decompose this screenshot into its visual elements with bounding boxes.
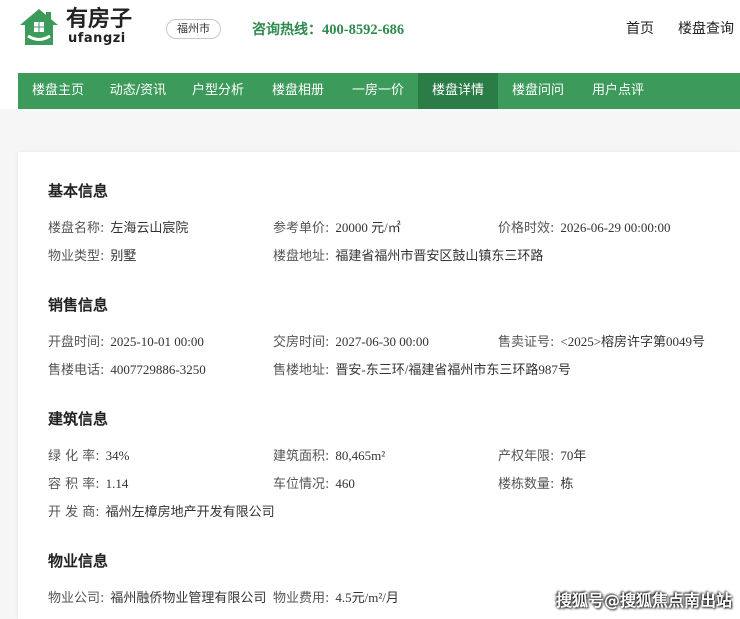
- info-value: 福州融侨物业管理有限公司: [110, 590, 267, 605]
- info-item-floor-area: 建筑面积: 80,465m²: [273, 442, 498, 470]
- logo-subtitle[interactable]: ufangzi: [68, 32, 126, 46]
- info-label: 售卖证号:: [498, 335, 555, 350]
- tab-news[interactable]: 动态/资讯: [98, 73, 178, 109]
- info-item-parking: 车位情况: 460: [273, 470, 498, 498]
- info-value: 20000 元/㎡: [335, 220, 401, 235]
- info-item-management-company: 物业公司: 福州融侨物业管理有限公司: [48, 584, 273, 612]
- tab-questions[interactable]: 楼盘问问: [498, 73, 578, 109]
- info-item-sales-phone: 售楼电话: 4007729886-3250: [48, 356, 273, 384]
- info-item-property-rights-term: 产权年限: 70年: [498, 442, 723, 470]
- section-title: 销售信息: [48, 296, 109, 314]
- info-item-property-type: 物业类型: 别墅: [48, 242, 273, 270]
- info-item-property-name: 楼盘名称: 左海云山宸院: [48, 214, 273, 242]
- tab-unit-prices[interactable]: 一房一价: [338, 73, 418, 109]
- city-selector[interactable]: 福州市: [166, 19, 221, 39]
- info-value: 4.5元/m²/月: [335, 590, 399, 605]
- info-value: 80,465m²: [335, 448, 386, 463]
- info-label: 价格时效:: [498, 221, 555, 236]
- section-building-info: 建筑信息 绿 化 率: 34% 建筑面积: 80,465m² 产权年限: 70年 容 …: [48, 409, 740, 526]
- info-item-plot-ratio: 容 积 率: 1.14: [48, 470, 273, 498]
- info-item-management-fee: 物业费用: 4.5元/m²/月: [273, 584, 498, 612]
- info-label: 售楼电话:: [48, 363, 105, 378]
- info-item-developer: 开 发 商: 福州左樟房地产开发有限公司: [48, 498, 275, 526]
- hotline: 咨询热线：400-8592-686: [252, 20, 404, 40]
- info-value: 别墅: [110, 248, 137, 263]
- info-item-green-ratio: 绿 化 率: 34%: [48, 442, 273, 470]
- info-label: 楼栋数量:: [498, 477, 555, 492]
- tab-album[interactable]: 楼盘相册: [258, 73, 338, 109]
- info-label: 物业费用:: [273, 591, 330, 606]
- info-value: 左海云山宸院: [110, 220, 189, 235]
- info-value: 2026-06-29 00:00:00: [560, 220, 671, 235]
- tab-floor-plans[interactable]: 户型分析: [178, 73, 258, 109]
- info-value: <2025>榕房许字第0049号: [560, 334, 706, 349]
- info-label: 楼盘名称:: [48, 221, 105, 236]
- section-title: 物业信息: [48, 552, 109, 570]
- info-row: 楼盘名称: 左海云山宸院 参考单价: 20000 元/㎡ 价格时效: 2026-06-…: [48, 214, 740, 242]
- info-value: 栋: [560, 476, 574, 491]
- info-item-opening-date: 开盘时间: 2025-10-01 00:00: [48, 328, 273, 356]
- info-value: 34%: [105, 448, 130, 463]
- info-label: 物业类型:: [48, 249, 105, 264]
- house-logo-icon[interactable]: [19, 8, 59, 46]
- info-label: 楼盘地址:: [273, 249, 330, 264]
- info-row: 绿 化 率: 34% 建筑面积: 80,465m² 产权年限: 70年: [48, 442, 740, 470]
- info-value: 460: [335, 476, 355, 491]
- info-item-price-validity: 价格时效: 2026-06-29 00:00:00: [498, 214, 723, 242]
- info-value: 福州左樟房地产开发有限公司: [105, 504, 275, 519]
- info-label: 绿 化 率:: [48, 449, 100, 464]
- info-label: 交房时间:: [273, 335, 330, 350]
- section-basic-info: 基本信息 楼盘名称: 左海云山宸院 参考单价: 20000 元/㎡ 价格时效: 202…: [48, 181, 740, 270]
- info-value: 70年: [560, 448, 587, 463]
- info-row: 物业类型: 别墅 楼盘地址: 福建省福州市晋安区鼓山镇东三环路: [48, 242, 740, 270]
- property-details-card: 基本信息 楼盘名称: 左海云山宸院 参考单价: 20000 元/㎡ 价格时效: 202…: [18, 152, 740, 619]
- info-label: 参考单价:: [273, 221, 330, 236]
- info-row: 容 积 率: 1.14 车位情况: 460 楼栋数量: 栋: [48, 470, 740, 498]
- info-label: 建筑面积:: [273, 449, 330, 464]
- home-link[interactable]: 首页: [626, 19, 654, 39]
- logo-title[interactable]: 有房子: [66, 8, 132, 32]
- info-value: 2027-06-30 00:00: [335, 334, 429, 349]
- info-label: 车位情况:: [273, 477, 330, 492]
- section-title: 建筑信息: [48, 410, 109, 428]
- tab-user-reviews[interactable]: 用户点评: [578, 73, 658, 109]
- info-label: 开盘时间:: [48, 335, 105, 350]
- info-label: 容 积 率:: [48, 477, 100, 492]
- info-row: 开盘时间: 2025-10-01 00:00 交房时间: 2027-06-30 00…: [48, 328, 740, 356]
- tab-property-home[interactable]: 楼盘主页: [18, 73, 98, 109]
- property-nav-bar: 楼盘主页 动态/资讯 户型分析 楼盘相册 一房一价 楼盘详情 楼盘问问 用户点评: [18, 73, 740, 109]
- info-value: 1.14: [105, 476, 129, 491]
- info-label: 物业公司:: [48, 591, 105, 606]
- info-item-delivery-date: 交房时间: 2027-06-30 00:00: [273, 328, 498, 356]
- hotline-label: 咨询热线：: [252, 22, 322, 38]
- info-value: 福建省福州市晋安区鼓山镇东三环路: [335, 248, 544, 263]
- tab-property-details[interactable]: 楼盘详情: [418, 73, 498, 109]
- info-item-sales-address: 售楼地址: 晋安-东三环/福建省福州市东三环路987号: [273, 356, 571, 384]
- info-value[interactable]: 4007729886-3250: [110, 362, 205, 377]
- info-row: 售楼电话: 4007729886-3250 售楼地址: 晋安-东三环/福建省福州市东…: [48, 356, 740, 384]
- section-sales-info: 销售信息 开盘时间: 2025-10-01 00:00 交房时间: 2027-06-…: [48, 295, 740, 384]
- info-value: 2025-10-01 00:00: [110, 334, 204, 349]
- hotline-number: 400-8592-686: [322, 22, 405, 38]
- info-label: 开 发 商:: [48, 505, 100, 520]
- section-title: 基本信息: [48, 182, 109, 200]
- info-label: 产权年限:: [498, 449, 555, 464]
- watermark: 搜狐号@搜狐焦点南出站: [556, 591, 733, 610]
- info-item-building-count: 楼栋数量: 栋: [498, 470, 723, 498]
- info-item-sales-permit: 售卖证号: <2025>榕房许字第0049号: [498, 328, 723, 356]
- info-row: 开 发 商: 福州左樟房地产开发有限公司: [48, 498, 740, 526]
- info-value: 晋安-东三环/福建省福州市东三环路987号: [335, 362, 571, 377]
- info-item-property-address: 楼盘地址: 福建省福州市晋安区鼓山镇东三环路: [273, 242, 543, 270]
- property-search-link[interactable]: 楼盘查询: [678, 19, 734, 39]
- info-label: 售楼地址:: [273, 363, 330, 378]
- info-item-reference-price: 参考单价: 20000 元/㎡: [273, 214, 498, 242]
